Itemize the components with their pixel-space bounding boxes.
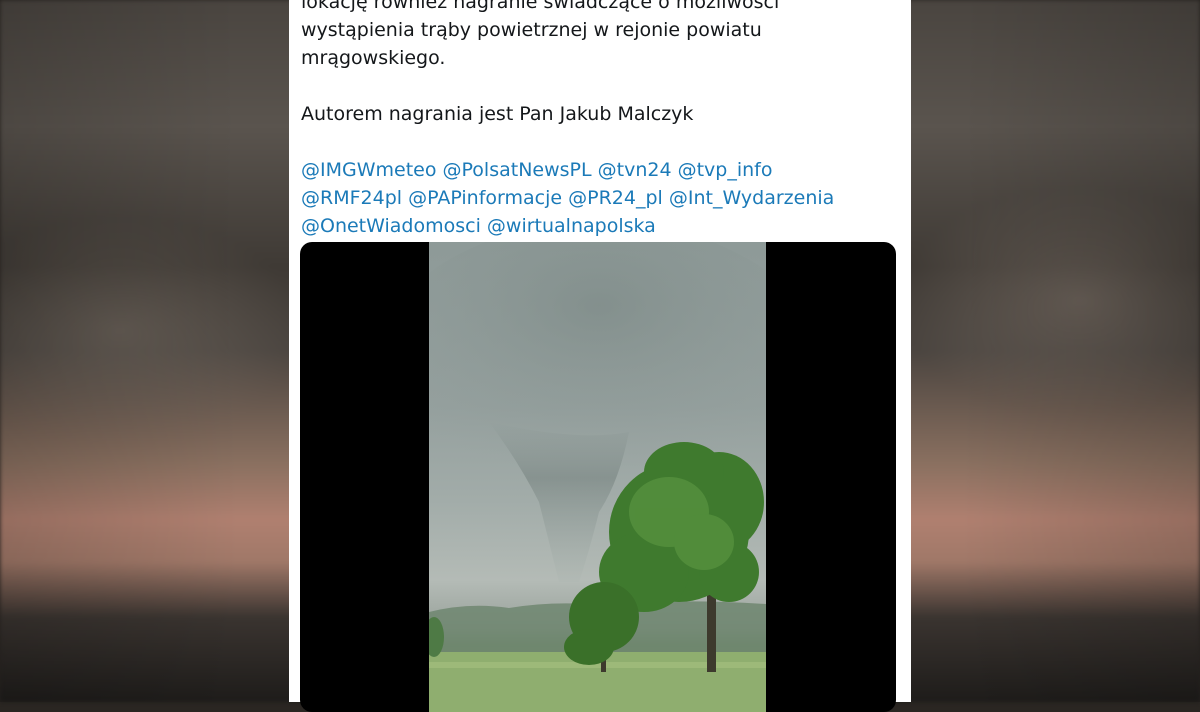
tweet-text-line-3: mrągowskiego. — [301, 47, 446, 69]
tornado-scene-image — [429, 242, 766, 712]
mention-link[interactable]: @PR24_pl — [568, 187, 663, 209]
tweet-credit: Autorem nagrania jest Pan Jakub Malczyk — [301, 103, 694, 125]
mention-link[interactable]: @Int_Wydarzenia — [669, 187, 834, 209]
mention-link[interactable]: @tvp_info — [678, 159, 773, 181]
mention-link[interactable]: @tvn24 — [598, 159, 672, 181]
mention-line-1: @IMGWmeteo @PolsatNewsPL @tvn24 @tvp_inf… — [301, 156, 891, 184]
mention-link[interactable]: @OnetWiadomosci — [301, 215, 481, 237]
mention-link[interactable]: @PAPinformacje — [408, 187, 562, 209]
tweet-text: lokację również nagranie świadczące o mo… — [301, 0, 891, 240]
mention-line-2: @RMF24pl @PAPinformacje @PR24_pl @Int_Wy… — [301, 184, 891, 212]
tweet-text-line-2: wystąpienia trąby powietrznej w rejonie … — [301, 19, 762, 41]
tweet-text-line-1: lokację również nagranie świadczące o mo… — [301, 0, 780, 13]
video-frame[interactable] — [429, 242, 766, 712]
mention-link[interactable]: @PolsatNewsPL — [443, 159, 592, 181]
mention-link[interactable]: @IMGWmeteo — [301, 159, 436, 181]
mention-line-3: @OnetWiadomosci @wirtualnapolska — [301, 212, 891, 240]
mention-link[interactable]: @wirtualnapolska — [487, 215, 656, 237]
mention-link[interactable]: @RMF24pl — [301, 187, 402, 209]
video-player[interactable] — [300, 242, 896, 712]
tweet-card: lokację również nagranie świadczące o mo… — [289, 0, 911, 712]
